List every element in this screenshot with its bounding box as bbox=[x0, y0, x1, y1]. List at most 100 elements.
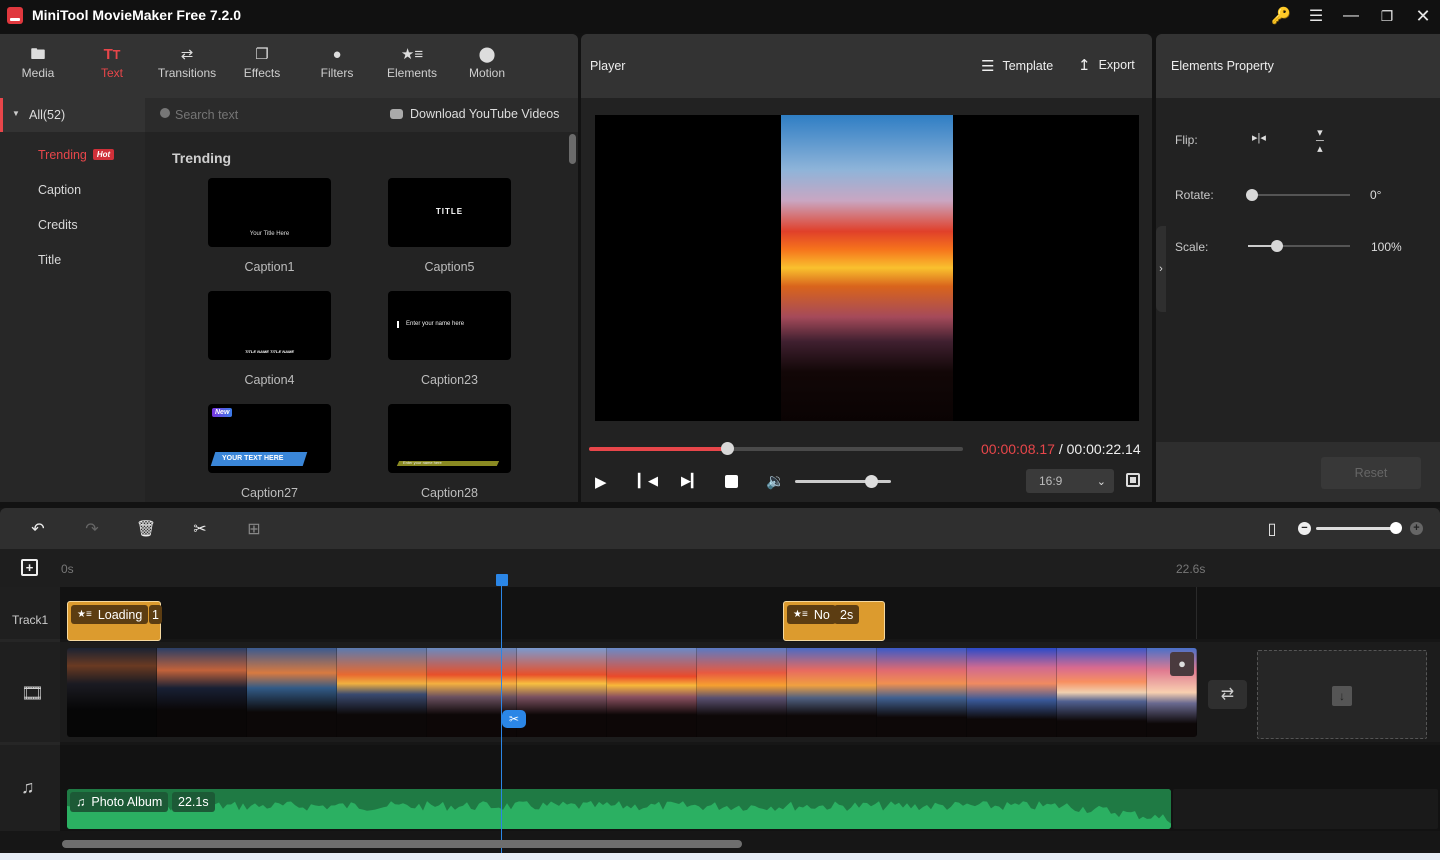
split-at-playhead-button[interactable]: ✂ bbox=[502, 710, 526, 728]
flip-label: Flip: bbox=[1175, 133, 1198, 147]
reset-button[interactable]: Reset bbox=[1321, 457, 1421, 489]
scissors-icon: ✂ bbox=[508, 712, 520, 726]
tab-label: Transitions bbox=[157, 66, 217, 80]
element-clip-loading[interactable]: ★≡ Loading 1 bbox=[67, 601, 162, 641]
tab-filters[interactable]: ● Filters bbox=[315, 44, 359, 94]
scale-slider[interactable] bbox=[1248, 240, 1350, 252]
timeline-horizontal-scrollbar[interactable] bbox=[62, 840, 742, 848]
folder-icon: 🖿 bbox=[30, 46, 46, 63]
transition-swap-icon: ⇄ bbox=[1220, 686, 1235, 703]
minimize-icon[interactable]: — bbox=[1337, 4, 1365, 28]
play-button[interactable]: ▶ bbox=[595, 473, 607, 491]
video-clip-sunset[interactable] bbox=[67, 648, 1197, 737]
next-frame-button[interactable]: ▶▎ bbox=[681, 473, 701, 489]
element-clip-no[interactable]: ★≡ No 2s bbox=[783, 601, 885, 641]
undo-icon[interactable]: ↶ bbox=[27, 518, 49, 540]
template-button[interactable]: ☰ Template bbox=[981, 57, 1053, 75]
thumb-preview-text: TITLE bbox=[435, 207, 464, 216]
tab-media[interactable]: 🖿 Media bbox=[16, 44, 60, 94]
category-caption[interactable]: Caption bbox=[38, 183, 81, 197]
menu-icon[interactable]: ☰ bbox=[1302, 4, 1330, 28]
rotate-handle[interactable] bbox=[1246, 189, 1258, 201]
time-ruler[interactable]: + 0s 22.6s bbox=[0, 549, 1440, 587]
video-track-icon: 🎞 bbox=[21, 683, 44, 703]
clip-frame bbox=[517, 648, 607, 737]
template-label: Caption5 bbox=[424, 260, 475, 274]
tab-transitions[interactable]: ⇄ Transitions bbox=[153, 44, 221, 94]
zoom-out-icon[interactable]: − bbox=[1298, 522, 1311, 535]
playhead-handle[interactable] bbox=[496, 574, 508, 586]
total-time: 00:00:22.14 bbox=[1066, 441, 1141, 457]
template-label: Caption28 bbox=[421, 486, 478, 500]
library-scrollbar[interactable] bbox=[569, 134, 576, 164]
fullscreen-icon[interactable] bbox=[1126, 473, 1140, 487]
transition-slot-button[interactable]: ⇄ bbox=[1208, 680, 1247, 709]
clip-filter-icon[interactable]: ● bbox=[1170, 652, 1194, 676]
section-title: Trending bbox=[172, 150, 232, 166]
template-thumb-caption28[interactable]: Enter your name here bbox=[388, 404, 511, 473]
element-clip-label: Loading bbox=[97, 607, 143, 622]
scale-handle[interactable] bbox=[1270, 240, 1283, 252]
thumb-preview-text: YOUR TEXT HERE bbox=[222, 455, 284, 462]
add-track-icon[interactable]: + bbox=[21, 559, 38, 576]
search-input[interactable] bbox=[175, 105, 355, 125]
template-thumb-caption27[interactable]: New YOUR TEXT HERE bbox=[208, 404, 331, 473]
export-button[interactable]: ↥ Export bbox=[1078, 56, 1135, 74]
aspect-ratio-select[interactable]: 16:9 ⌄ bbox=[1026, 469, 1114, 493]
tab-text[interactable]: TT Text bbox=[90, 44, 134, 94]
properties-footer: Reset bbox=[1156, 442, 1440, 502]
stop-button[interactable] bbox=[725, 475, 738, 488]
waveform-shape bbox=[67, 801, 1171, 829]
fit-timeline-icon[interactable]: ▯ bbox=[1261, 518, 1283, 540]
template-thumb-caption23[interactable]: Enter your name here bbox=[388, 291, 511, 360]
timeline-zoom-slider[interactable] bbox=[1316, 522, 1402, 534]
current-time: 00:00:08.17 bbox=[981, 441, 1055, 457]
download-youtube-button[interactable]: Download YouTube Videos bbox=[390, 107, 559, 121]
timeline-zoom-handle[interactable] bbox=[1389, 522, 1402, 534]
category-sidebar: ▼ All(52) Trending Hot Caption Credits Ti… bbox=[0, 98, 145, 502]
category-title[interactable]: Title bbox=[38, 253, 61, 267]
category-all[interactable]: ▼ All(52) bbox=[0, 98, 145, 132]
flip-horizontal-icon[interactable]: ▸|◂ bbox=[1252, 131, 1266, 144]
volume-slider[interactable] bbox=[795, 475, 891, 488]
player-header: Player ☰ Template ↥ Export bbox=[581, 34, 1152, 98]
drop-media-zone[interactable]: ↓ bbox=[1257, 650, 1427, 739]
thumb-bar bbox=[397, 321, 399, 328]
previous-frame-button[interactable]: ▎◀ bbox=[638, 473, 658, 489]
zoom-in-icon[interactable]: + bbox=[1410, 522, 1423, 535]
template-thumb-caption1[interactable]: Your Title Here bbox=[208, 178, 331, 247]
restore-icon[interactable]: ❐ bbox=[1373, 4, 1401, 28]
clip-frame bbox=[1057, 648, 1147, 737]
chevron-right-icon: › bbox=[1159, 263, 1163, 275]
close-icon[interactable]: ✕ bbox=[1409, 4, 1437, 28]
tab-elements[interactable]: ★≡ Elements bbox=[384, 44, 440, 94]
volume-icon[interactable]: 🔉 bbox=[766, 472, 785, 490]
volume-handle[interactable] bbox=[865, 475, 879, 488]
redo-icon[interactable]: ↷ bbox=[81, 518, 103, 540]
library-panel: 🖿 Media TT Text ⇄ Transitions ❐ Effects … bbox=[0, 34, 578, 502]
template-label: Template bbox=[1002, 59, 1054, 73]
tab-effects[interactable]: ❐ Effects bbox=[238, 44, 286, 94]
element-clip-label: No bbox=[813, 607, 830, 622]
video-preview[interactable] bbox=[595, 115, 1139, 421]
category-credits[interactable]: Credits bbox=[38, 218, 78, 232]
scale-label: Scale: bbox=[1175, 240, 1209, 254]
collapse-panel-button[interactable]: › bbox=[1156, 226, 1166, 312]
flip-vertical-icon[interactable]: ▾ ─ ▴ bbox=[1316, 128, 1324, 155]
template-thumb-caption5[interactable]: TITLE bbox=[388, 178, 511, 247]
split-scissors-icon[interactable]: ✂ bbox=[189, 518, 211, 540]
audio-clip-photo-album[interactable]: ♫ Photo Album 22.1s bbox=[67, 789, 1171, 829]
clip-frame bbox=[697, 648, 787, 737]
clip-frame bbox=[157, 648, 247, 737]
progress-handle[interactable] bbox=[720, 442, 734, 455]
crop-icon[interactable]: ⊞ bbox=[243, 518, 265, 540]
key-icon[interactable]: 🔑 bbox=[1267, 4, 1295, 28]
element-track: ★≡ Loading 1 ★≡ No 2s bbox=[60, 587, 1440, 641]
rotate-slider[interactable] bbox=[1246, 189, 1350, 201]
export-label: Export bbox=[1098, 58, 1135, 72]
playback-progress-slider[interactable] bbox=[589, 442, 963, 455]
tab-motion[interactable]: ⬤ Motion bbox=[464, 44, 510, 94]
delete-icon[interactable]: 🗑 bbox=[135, 518, 157, 540]
template-thumb-caption4[interactable]: TITLE NAME TITLE NAME bbox=[208, 291, 331, 360]
category-trending[interactable]: Trending Hot bbox=[38, 148, 115, 162]
